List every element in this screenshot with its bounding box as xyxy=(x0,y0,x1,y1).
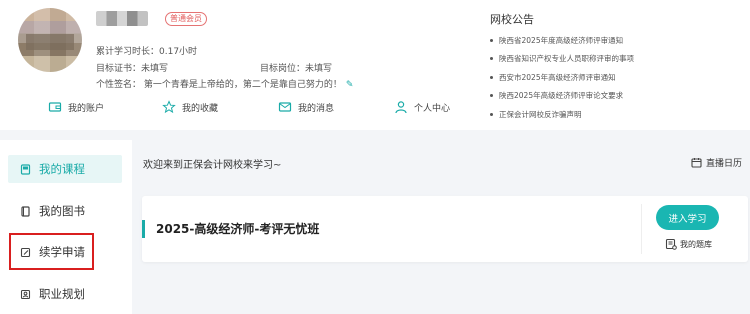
course-icon xyxy=(20,163,31,175)
target-post: 目标岗位：未填写 xyxy=(260,64,333,74)
target-cert: 目标证书：未填写 xyxy=(96,64,169,74)
sidebar-item-label: 我的图书 xyxy=(39,204,85,218)
enter-study-button[interactable]: 进入学习 xyxy=(656,205,719,230)
course-title[interactable]: 2025-高级经济师-考评无忧班 xyxy=(156,220,319,237)
mail-icon xyxy=(278,102,292,112)
question-bank-link[interactable]: 我的题库 xyxy=(665,238,712,250)
signature-text: 个性签名： 第一个青春是上帝给的，第二个是靠自己努力的！ xyxy=(96,80,342,90)
notice-item[interactable]: 陕西2025年高级经济师评审论文要求 xyxy=(490,87,634,106)
quick-link-account[interactable]: 我的账户 xyxy=(48,100,104,114)
highlight-annotation-box xyxy=(9,233,94,270)
pencil-icon[interactable]: ✎ xyxy=(346,80,354,90)
username-blurred xyxy=(96,11,148,26)
notice-item[interactable]: 西安市2025年高级经济师评审通知 xyxy=(490,68,634,87)
wallet-icon xyxy=(48,102,62,112)
notice-item[interactable]: 陕西省知识产权专业人员职称评审的事项 xyxy=(490,50,634,69)
sidebar-item-my-books[interactable]: 我的图书 xyxy=(8,197,122,225)
notice-item[interactable]: 陕西省2025年度高级经济师评审通知 xyxy=(490,31,634,50)
study-time: 累计学习时长：0.17小时 xyxy=(96,47,198,57)
quick-link-label: 我的账户 xyxy=(68,103,105,114)
sidebar-item-label: 职业规划 xyxy=(39,287,85,301)
book-icon xyxy=(21,205,30,217)
quick-link-personal-center[interactable]: 个人中心 xyxy=(394,100,450,114)
member-badge: 普通会员 xyxy=(165,12,207,26)
notice-title: 网校公告 xyxy=(490,13,534,26)
welcome-text: 欢迎来到正保会计网校来学习~ xyxy=(143,160,282,171)
quick-link-label: 个人中心 xyxy=(414,103,451,114)
course-accent-bar xyxy=(142,220,145,238)
career-icon xyxy=(20,289,31,299)
calendar-label: 直播日历 xyxy=(705,159,742,169)
main-content: 欢迎来到正保会计网校来学习~ 直播日历 2025-高级经济师-考评无忧班 进入学… xyxy=(132,140,750,314)
notice-item[interactable]: 正保会计网校反诈骗声明 xyxy=(490,105,634,124)
course-divider xyxy=(641,204,642,254)
question-bank-icon xyxy=(665,238,677,250)
question-bank-label: 我的题库 xyxy=(680,239,712,249)
sidebar-item-career-planning[interactable]: 职业规划 xyxy=(8,280,122,308)
profile-card: 普通会员 累计学习时长：0.17小时 目标证书：未填写 目标岗位：未填写 个性签… xyxy=(0,0,750,130)
signature-row: 个性签名： 第一个青春是上帝给的，第二个是靠自己努力的！ ✎ xyxy=(96,77,353,90)
notice-list: 陕西省2025年度高级经济师评审通知 陕西省知识产权专业人员职称评审的事项 西安… xyxy=(490,31,634,124)
quick-link-messages[interactable]: 我的消息 xyxy=(278,100,334,114)
quick-link-label: 我的收藏 xyxy=(182,103,219,114)
calendar-icon xyxy=(691,158,702,168)
user-icon xyxy=(395,101,407,114)
sidebar-item-my-courses[interactable]: 我的课程 xyxy=(8,155,122,183)
quick-link-favorites[interactable]: 我的收藏 xyxy=(162,100,218,114)
sidebar: 我的课程 我的图书 续学申请 职业规划 xyxy=(0,140,132,314)
quick-link-label: 我的消息 xyxy=(298,103,335,114)
star-icon xyxy=(162,100,176,114)
sidebar-item-label: 我的课程 xyxy=(39,162,85,176)
live-calendar-link[interactable]: 直播日历 xyxy=(691,156,742,169)
course-card: 2025-高级经济师-考评无忧班 进入学习 我的题库 xyxy=(142,196,748,262)
avatar[interactable] xyxy=(18,8,82,72)
